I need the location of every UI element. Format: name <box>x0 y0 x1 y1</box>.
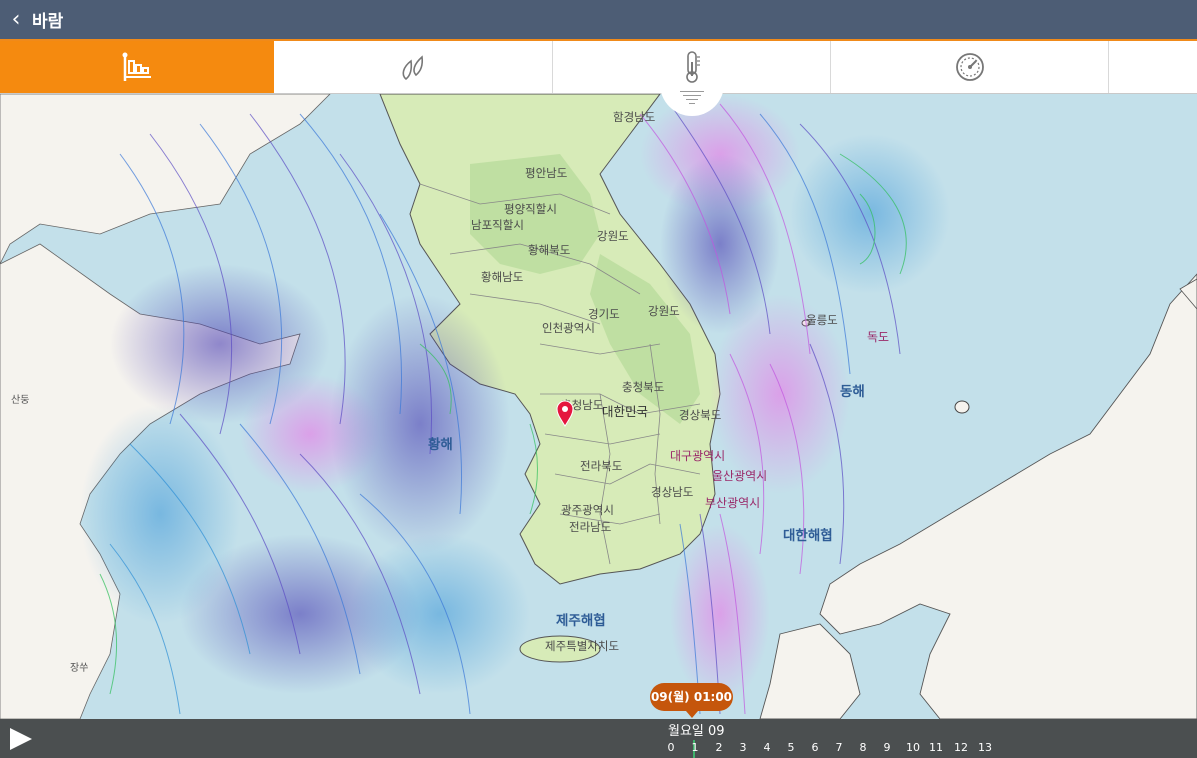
map-label-chungcheongbukdo: 충청북도 <box>622 380 665 394</box>
tab-pressure[interactable] <box>831 41 1109 93</box>
layer-tabs <box>0 41 1197 94</box>
menu-lines-icon <box>680 88 704 107</box>
raindrops-icon <box>402 55 424 81</box>
hour-tick[interactable]: 9 <box>877 741 897 754</box>
map-label-incheon: 인천광역시 <box>542 321 595 335</box>
tab-wind[interactable] <box>0 41 274 93</box>
map-label-east-sea: 동해 <box>840 384 865 400</box>
map-label-gyeongsangnamdo: 경상남도 <box>651 485 694 499</box>
map-label-jeju-strait: 제주해협 <box>556 613 606 629</box>
map-label-gangwondo-south: 강원도 <box>648 304 680 318</box>
map-label-pyeongyang: 평양직할시 <box>504 202 557 216</box>
map-label-jeollanamdo: 전라남도 <box>569 520 612 534</box>
map-label-hamgyeongnamdo: 함경남도 <box>613 110 656 124</box>
chevron-left-icon: ‹ <box>11 7 21 32</box>
hour-tick[interactable]: 0 <box>661 741 681 754</box>
header-bar: ‹ 바람 <box>0 0 1197 41</box>
map-label-gangwondo-north: 강원도 <box>597 229 629 243</box>
wind-flag-icon <box>122 52 151 81</box>
hour-tick[interactable]: 1 <box>685 741 705 754</box>
gauge-icon <box>955 53 984 81</box>
hour-tick[interactable]: 2 <box>709 741 729 754</box>
tab-precipitation[interactable] <box>274 41 553 93</box>
map-label-jeollabukdo: 전라북도 <box>580 459 623 473</box>
hour-tick[interactable]: 10 <box>903 741 923 754</box>
map-label-jiangsu: 장쑤 <box>70 663 89 674</box>
map-label-gwangju: 광주광역시 <box>561 503 614 517</box>
page-title: 바람 <box>32 12 64 32</box>
map-label-ulleungdo: 울릉도 <box>806 313 838 327</box>
map-label-korea-strait: 대한해협 <box>783 528 833 544</box>
map-label-daegu: 대구광역시 <box>670 449 726 463</box>
map-label-nampo: 남포직할시 <box>471 218 524 232</box>
back-button[interactable]: ‹ <box>4 6 28 34</box>
map-label-shandong: 산둥 <box>11 395 30 406</box>
hour-tick[interactable]: 6 <box>805 741 825 754</box>
map-label-busan: 부산광역시 <box>705 496 761 510</box>
time-bubble: 09(월) 01:00 <box>650 683 733 718</box>
map-label-pyeongannamdo: 평안남도 <box>525 166 568 180</box>
play-icon[interactable] <box>10 728 32 750</box>
timeline-bar: 월요일 09 0 1 2 3 4 5 6 7 8 9 10 11 12 13 <box>0 719 1197 758</box>
map-label-hwanghaenamdo: 황해남도 <box>481 270 524 284</box>
hour-tick[interactable]: 4 <box>757 741 777 754</box>
wind-map[interactable]: 함경남도 평안남도 평양직할시 남포직할시 황해북도 강원도 황해남도 경기도 … <box>0 94 1197 719</box>
timeline-day-label: 월요일 09 <box>668 724 725 739</box>
hour-tick[interactable]: 7 <box>829 741 849 754</box>
map-label-yellow-sea: 황해 <box>428 437 453 453</box>
map-label-jeju: 제주특별자치도 <box>545 639 620 653</box>
map-label-dokdo: 독도 <box>867 330 890 344</box>
hour-tick[interactable]: 3 <box>733 741 753 754</box>
map-label-ulsan: 울산광역시 <box>712 469 768 483</box>
hour-tick[interactable]: 11 <box>926 741 946 754</box>
map-label-south-korea: 대한민국 <box>602 404 649 419</box>
hour-tick[interactable]: 5 <box>781 741 801 754</box>
map-label-gyeongsangbukdo: 경상북도 <box>679 408 722 422</box>
thermometer-icon <box>685 51 700 83</box>
map-label-hwanghaebukdo: 황해북도 <box>528 243 571 257</box>
hour-tick[interactable]: 13 <box>975 741 995 754</box>
hour-tick[interactable]: 8 <box>853 741 873 754</box>
hour-tick[interactable]: 12 <box>951 741 971 754</box>
